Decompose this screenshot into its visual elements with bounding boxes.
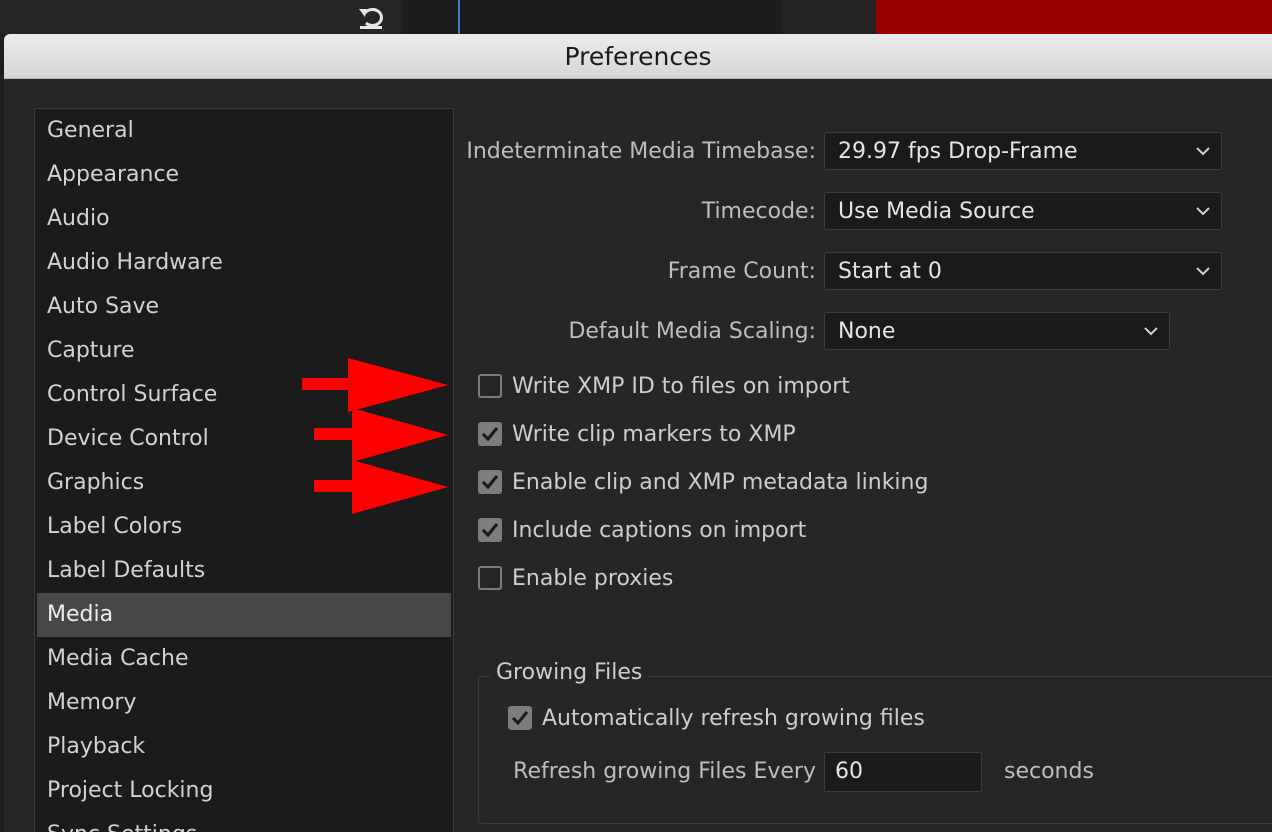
checkbox-box[interactable] — [478, 470, 502, 494]
checkbox-label: Enable proxies — [512, 565, 674, 591]
category-sync-settings[interactable]: Sync Settings — [35, 813, 453, 832]
chevron-down-icon — [1144, 327, 1158, 336]
category-media[interactable]: Media — [37, 593, 451, 637]
checkbox-label: Enable clip and XMP metadata linking — [512, 469, 929, 495]
background-panel — [0, 0, 400, 34]
category-appearance[interactable]: Appearance — [35, 153, 453, 197]
include-captions-checkbox[interactable]: Include captions on import — [478, 512, 806, 548]
category-media-cache[interactable]: Media Cache — [35, 637, 453, 681]
category-general[interactable]: General — [35, 109, 453, 153]
preferences-dialog: Preferences General Appearance Audio Aud… — [4, 34, 1272, 832]
category-audio-hardware[interactable]: Audio Hardware — [35, 241, 453, 285]
checkbox-box[interactable] — [478, 422, 502, 446]
frame-count-value: Start at 0 — [838, 258, 942, 284]
checkmark-icon — [511, 711, 529, 726]
write-xmp-id-checkbox[interactable]: Write XMP ID to files on import — [478, 368, 850, 404]
checkbox-label: Write XMP ID to files on import — [512, 373, 850, 399]
checkbox-box[interactable] — [508, 706, 532, 730]
timebase-label: Indeterminate Media Timebase: — [466, 139, 816, 164]
timebase-value: 29.97 fps Drop-Frame — [838, 138, 1078, 164]
frame-count-select[interactable]: Start at 0 — [824, 252, 1222, 290]
chevron-down-icon — [1196, 207, 1210, 216]
annotation-arrow — [314, 460, 448, 514]
refresh-unit-label: seconds — [1004, 759, 1094, 784]
timecode-select[interactable]: Use Media Source — [824, 192, 1222, 230]
checkbox-box[interactable] — [478, 518, 502, 542]
category-label-defaults[interactable]: Label Defaults — [35, 549, 453, 593]
enable-proxies-checkbox[interactable]: Enable proxies — [478, 560, 673, 596]
checkbox-box[interactable] — [478, 566, 502, 590]
timebase-select[interactable]: 29.97 fps Drop-Frame — [824, 132, 1222, 170]
timecode-value: Use Media Source — [838, 198, 1035, 224]
checkmark-icon — [481, 523, 499, 538]
scaling-label: Default Media Scaling: — [568, 319, 816, 344]
scaling-value: None — [838, 318, 896, 344]
checkbox-label: Include captions on import — [512, 517, 807, 543]
category-memory[interactable]: Memory — [35, 681, 453, 725]
checkmark-icon — [481, 475, 499, 490]
write-clip-markers-checkbox[interactable]: Write clip markers to XMP — [478, 416, 796, 452]
checkbox-label: Automatically refresh growing files — [542, 705, 925, 731]
refresh-interval-input[interactable]: 60 — [824, 752, 982, 792]
enable-xmp-linking-checkbox[interactable]: Enable clip and XMP metadata linking — [478, 464, 928, 500]
checkbox-box[interactable] — [478, 374, 502, 398]
growing-files-group — [478, 676, 1272, 824]
category-playback[interactable]: Playback — [35, 725, 453, 769]
refresh-interval-label: Refresh growing Files Every — [513, 759, 816, 784]
checkmark-icon — [481, 427, 499, 442]
category-project-locking[interactable]: Project Locking — [35, 769, 453, 813]
auto-refresh-checkbox[interactable]: Automatically refresh growing files — [508, 700, 925, 736]
playhead-line — [458, 0, 460, 34]
growing-files-title: Growing Files — [490, 660, 649, 685]
checkbox-label: Write clip markers to XMP — [512, 421, 796, 447]
background-red-region — [876, 0, 1272, 34]
undo-icon[interactable] — [356, 4, 386, 30]
frame-count-label: Frame Count: — [667, 259, 816, 284]
chevron-down-icon — [1196, 267, 1210, 276]
scaling-select[interactable]: None — [824, 312, 1170, 350]
category-auto-save[interactable]: Auto Save — [35, 285, 453, 329]
timecode-label: Timecode: — [701, 199, 816, 224]
category-audio[interactable]: Audio — [35, 197, 453, 241]
chevron-down-icon — [1196, 147, 1210, 156]
dialog-title: Preferences — [4, 34, 1272, 79]
